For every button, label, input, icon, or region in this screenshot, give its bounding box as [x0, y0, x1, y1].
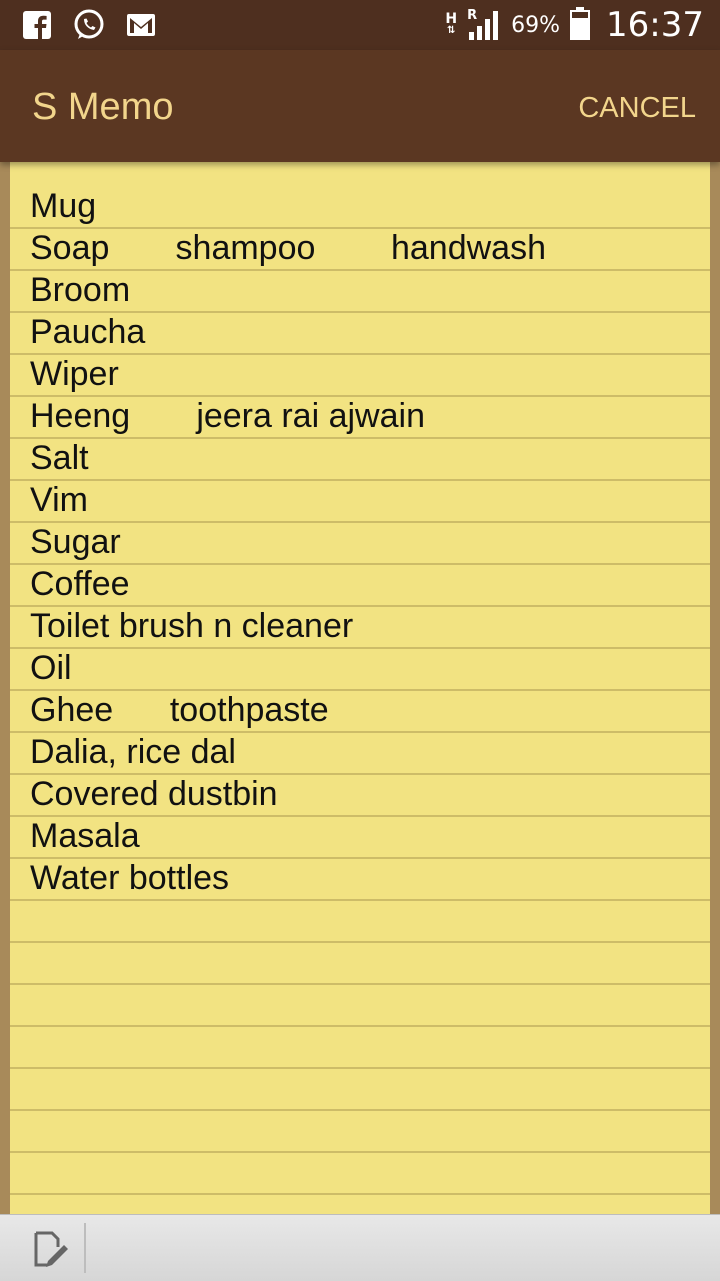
rule-line — [10, 1193, 710, 1195]
rule-line — [10, 437, 710, 439]
rule-line — [10, 899, 710, 901]
memo-line: Covered dustbin — [30, 775, 278, 813]
rule-line — [10, 941, 710, 943]
memo-line: Water bottles — [30, 859, 230, 897]
memo-line: Soap shampoo handwash — [30, 229, 546, 267]
memo-line: Paucha — [30, 313, 146, 351]
battery-icon — [570, 6, 591, 45]
rule-line — [10, 773, 710, 775]
rule-line — [10, 269, 710, 271]
rule-line — [10, 1067, 710, 1069]
app-title: S Memo — [32, 86, 174, 128]
rule-line — [10, 1025, 710, 1027]
notification-icons — [20, 8, 158, 42]
memo-line: Wiper — [30, 355, 119, 393]
bottom-toolbar — [0, 1214, 720, 1281]
rule-line — [10, 605, 710, 607]
whatsapp-icon — [72, 8, 106, 42]
memo-line: Sugar — [30, 523, 121, 561]
memo-line: Masala — [30, 817, 140, 855]
clock: 16:37 — [606, 5, 704, 45]
memo-line: Dalia, rice dal — [30, 733, 236, 771]
system-status: H ⇅ R 69% 16:37 — [445, 0, 704, 50]
cancel-button[interactable]: CANCEL — [578, 92, 696, 125]
rule-line — [10, 311, 710, 313]
memo-line: Salt — [30, 439, 89, 477]
rule-line — [10, 647, 710, 649]
network-type-label: H — [445, 11, 458, 27]
signal-icon: R — [467, 8, 501, 42]
app-bar: S Memo CANCEL — [0, 50, 720, 162]
toolbar-divider — [84, 1223, 86, 1273]
gmail-icon — [124, 8, 158, 42]
rule-line — [10, 731, 710, 733]
rule-line — [10, 353, 710, 355]
rule-line — [10, 689, 710, 691]
rule-line — [10, 479, 710, 481]
memo-line: Coffee — [30, 565, 130, 603]
memo-line: Broom — [30, 271, 131, 309]
battery-percent: 69% — [511, 12, 561, 38]
status-bar: H ⇅ R 69% 16:37 — [0, 0, 720, 50]
rule-line — [10, 815, 710, 817]
rule-line — [10, 1109, 710, 1111]
rule-line — [10, 227, 710, 229]
memo-line: Mug — [30, 187, 97, 225]
rule-line — [10, 857, 710, 859]
memo-line: Ghee toothpaste — [30, 691, 329, 729]
network-type-indicator: H ⇅ — [445, 11, 458, 37]
rule-line — [10, 521, 710, 523]
rule-line — [10, 563, 710, 565]
facebook-icon — [20, 8, 54, 42]
memo-line: Heeng jeera rai ajwain — [30, 397, 425, 435]
data-arrows-icon: ⇅ — [447, 25, 456, 36]
memo-editor[interactable]: Mug Soap shampoo handwash Broom Paucha Wiper… — [10, 162, 710, 1214]
memo-line: Vim — [30, 481, 88, 519]
rule-line — [10, 1151, 710, 1153]
rule-line — [10, 395, 710, 397]
memo-line: Toilet brush n cleaner — [30, 607, 354, 645]
memo-line: Oil — [30, 649, 72, 687]
rule-line — [10, 983, 710, 985]
handwriting-edit-icon[interactable] — [26, 1227, 70, 1271]
